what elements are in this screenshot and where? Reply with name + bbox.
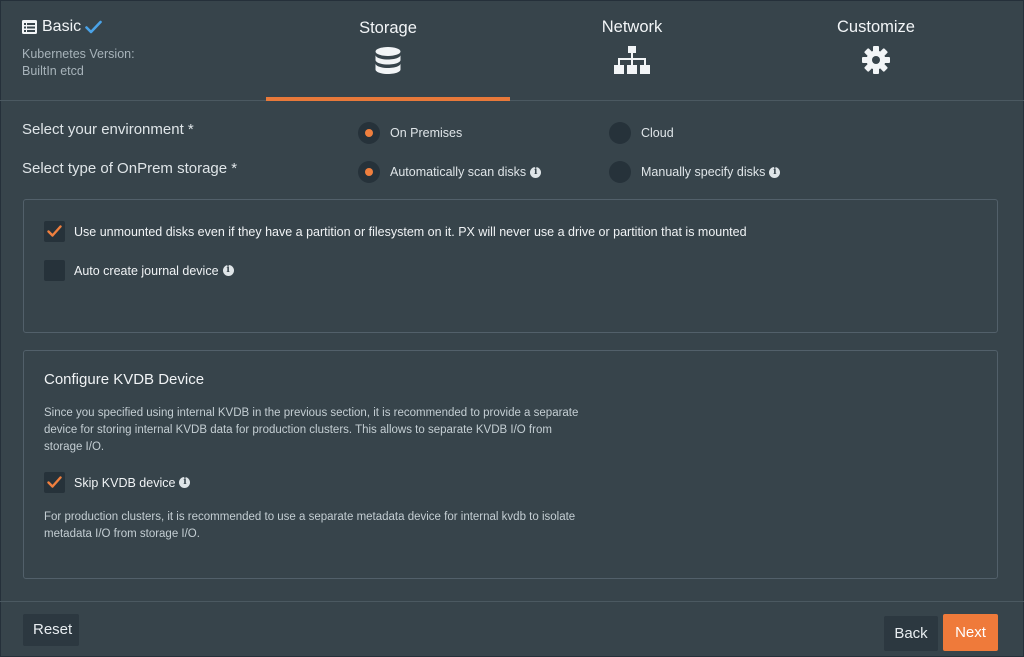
list-icon (22, 20, 37, 34)
step-basic-title: Basic (22, 18, 135, 36)
use-unmounted-disks-label: Use unmounted disks even if they have a … (74, 224, 747, 239)
step-basic[interactable]: Basic Kubernetes Version: BuiltIn etcd (22, 18, 135, 80)
info-icon[interactable]: i (769, 166, 781, 178)
radio-manual-disks-label: Manually specify disks (641, 165, 766, 179)
skip-kvdb-box (44, 472, 65, 493)
step-basic-label: Basic (42, 18, 82, 35)
radio-cloud-dot (609, 122, 631, 144)
storage-type-label: Select type of OnPrem storage * (22, 160, 238, 177)
radio-on-premises-label: On Premises (390, 126, 463, 140)
radio-cloud-label: Cloud (641, 126, 674, 140)
tab-customize-label: Customize (837, 18, 915, 36)
use-unmounted-disks-box (44, 221, 65, 242)
database-icon (375, 47, 401, 74)
tab-network-label: Network (601, 18, 663, 36)
network-icon (614, 46, 650, 74)
active-step-indicator (266, 97, 510, 101)
radio-on-premises-dot (358, 122, 380, 144)
radio-manual-disks[interactable]: Manually specify disks i (609, 161, 781, 183)
etcd-type-value: BuiltIn etcd (22, 64, 84, 78)
radio-auto-scan-disks-dot (358, 161, 380, 183)
skip-kvdb-label: Skip KVDB device (74, 475, 176, 490)
wizard-header: Basic Kubernetes Version: BuiltIn etcd S… (0, 0, 1024, 101)
disk-options-panel: Use unmounted disks even if they have a … (23, 199, 998, 333)
kubernetes-version-label: Kubernetes Version: (22, 47, 135, 61)
tab-storage-label: Storage (359, 19, 417, 37)
auto-create-journal-label: Auto create journal device (74, 263, 219, 278)
auto-create-journal-checkbox[interactable]: Auto create journal device i (44, 260, 234, 281)
footer-divider (0, 601, 1024, 602)
kvdb-note: For production clusters, it is recommend… (44, 511, 576, 540)
radio-manual-disks-dot (609, 161, 631, 183)
radio-auto-scan-disks[interactable]: Automatically scan disks i (358, 161, 542, 183)
info-icon[interactable]: i (222, 265, 234, 276)
tab-customize[interactable]: Customize (754, 0, 998, 101)
skip-kvdb-checkbox[interactable]: Skip KVDB device i (44, 472, 191, 493)
checkmark-icon (47, 225, 62, 237)
info-icon[interactable]: i (179, 477, 191, 488)
radio-auto-scan-disks-label: Automatically scan disks (390, 165, 527, 179)
check-icon (85, 20, 102, 34)
radio-on-premises[interactable]: On Premises (358, 122, 462, 144)
kvdb-panel: Configure KVDB Device Since you specifie… (23, 350, 998, 579)
kvdb-title: Configure KVDB Device (44, 371, 205, 388)
kvdb-description: Since you specified using internal KVDB … (44, 407, 579, 453)
tab-storage[interactable]: Storage (266, 0, 510, 101)
back-button[interactable]: Back (884, 616, 938, 651)
radio-cloud[interactable]: Cloud (609, 122, 674, 144)
reset-button[interactable]: Reset (23, 614, 79, 646)
tab-network[interactable]: Network (510, 0, 754, 101)
use-unmounted-disks-checkbox[interactable]: Use unmounted disks even if they have a … (44, 221, 747, 242)
info-icon[interactable]: i (530, 166, 542, 178)
step-basic-summary: Kubernetes Version: BuiltIn etcd (22, 46, 135, 80)
auto-create-journal-box (44, 260, 65, 281)
gear-icon (862, 46, 890, 74)
checkmark-icon (47, 476, 62, 488)
environment-label: Select your environment * (22, 121, 194, 138)
next-button[interactable]: Next (943, 614, 998, 651)
